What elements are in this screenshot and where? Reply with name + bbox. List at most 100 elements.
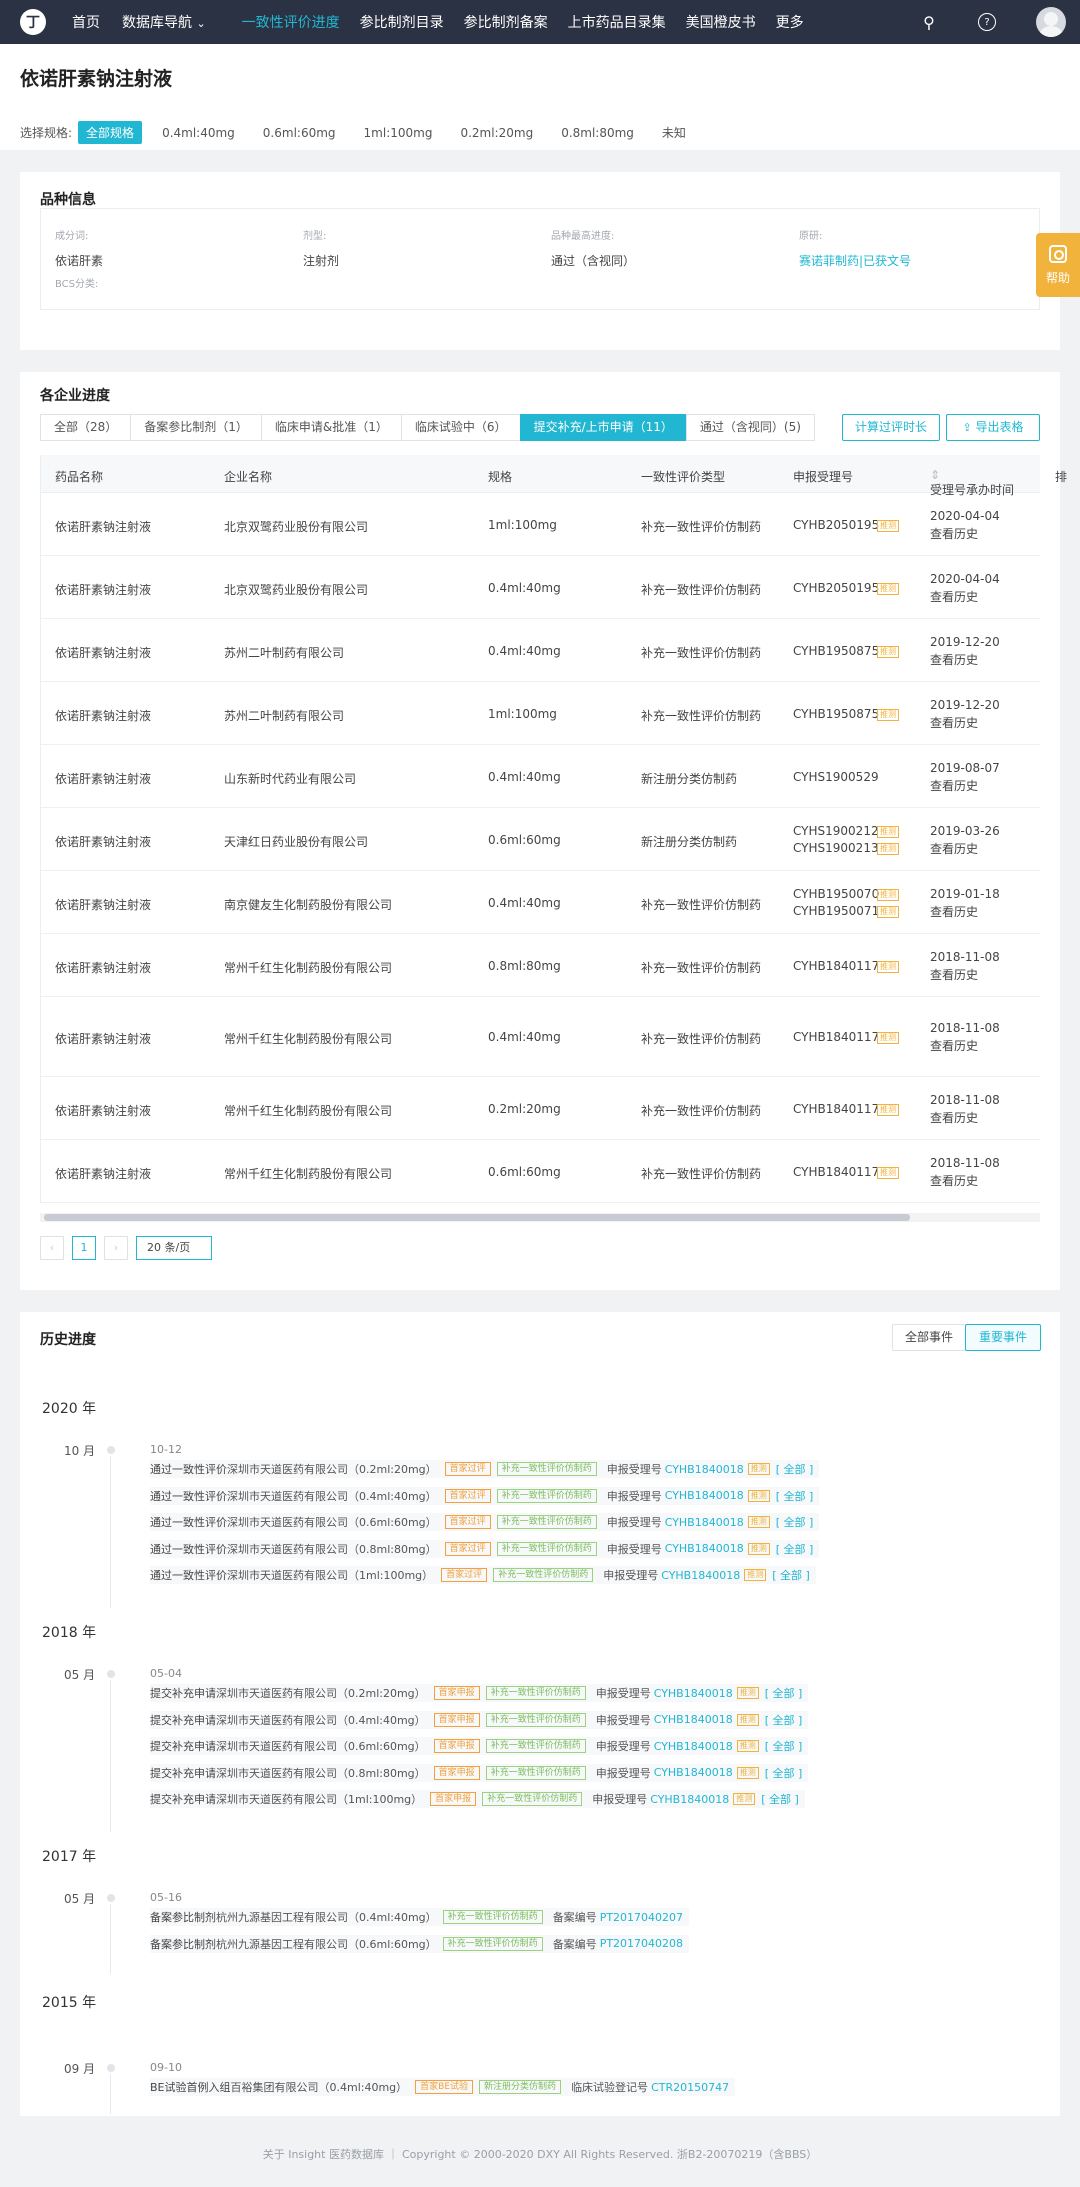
view-all-link[interactable]: [ 全部 ] (776, 1488, 814, 1504)
tab-all[interactable]: 全部（28） (40, 414, 132, 441)
view-history-link[interactable]: 查看历史 (930, 777, 978, 794)
view-all-link[interactable]: [ 全部 ] (761, 1791, 799, 1807)
tab-passed[interactable]: 通过（含视同）(5) (685, 414, 815, 441)
nav-orange-book[interactable]: 美国橙皮书 (686, 12, 756, 32)
nav-listed-catalog[interactable]: 上市药品目录集 (568, 12, 666, 32)
view-history-link[interactable]: 查看历史 (930, 525, 978, 542)
application-code-link[interactable]: CYHB1840117 (793, 1102, 879, 1116)
view-history-link[interactable]: 查看历史 (930, 840, 978, 857)
spec-option[interactable]: 0.2ml:20mg (452, 123, 541, 143)
history-card: 历史进度 全部事件 重要事件 2020 年 10 月 10-12 通过一致性评价 深圳市… (20, 1312, 1060, 2116)
application-code-link[interactable]: CYHB1950875 (793, 707, 879, 721)
application-code-link[interactable]: CYHB2050195 (793, 518, 879, 532)
company-name: 北京双鹭药业股份有限公司 (224, 582, 369, 597)
event-code-link[interactable]: CYHB1840018 (654, 1766, 733, 1779)
page-1-button[interactable]: 1 (72, 1236, 96, 1260)
view-all-link[interactable]: [ 全部 ] (765, 1765, 803, 1781)
application-code-link[interactable]: CYHS1900213 (793, 841, 879, 855)
month-label: 09 月 (64, 2062, 96, 2076)
avatar[interactable] (1036, 7, 1066, 37)
view-all-link[interactable]: [ 全部 ] (765, 1738, 803, 1754)
info-ingredient: 成分词: 依诺肝素 (55, 227, 103, 269)
horizontal-scrollbar[interactable] (40, 1213, 1040, 1222)
application-code-link[interactable]: CYHB1950875 (793, 644, 879, 658)
application-code-link[interactable]: CYHS1900212 (793, 824, 879, 838)
page-size-select[interactable]: 20 条/页 (136, 1236, 212, 1260)
search-icon[interactable]: ⚲ (920, 13, 938, 32)
view-history-link[interactable]: 查看历史 (930, 1037, 978, 1054)
spec-value: 0.4ml:40mg (488, 643, 561, 658)
footer-text[interactable]: 关于 Insight 医药数据库 ｜ Copyright © 2000-2020… (263, 2148, 818, 2161)
application-code-link[interactable]: CYHB1840117 (793, 959, 879, 973)
application-code-link[interactable]: CYHB2050195 (793, 581, 879, 595)
tab-reference-filing[interactable]: 备案参比制剂（1） (130, 414, 262, 441)
help-circle-icon[interactable]: ? (978, 13, 996, 31)
application-code-link[interactable]: CYHB1950070 (793, 887, 879, 901)
view-history-link[interactable]: 查看历史 (930, 903, 978, 920)
nav-reference-filing[interactable]: 参比制剂备案 (464, 12, 548, 32)
history-event: 通过一致性评价 深圳市天道医药有限公司 （0.8ml:80mg） 首家过评 补充一致性评… (150, 1539, 820, 1558)
view-all-link[interactable]: [ 全部 ] (765, 1712, 803, 1728)
nav-home[interactable]: 首页 (72, 12, 100, 32)
year-label: 2020 年 (42, 1401, 97, 1417)
scrollbar-thumb[interactable] (44, 1214, 910, 1221)
event-code-link[interactable]: CYHB1840018 (654, 1687, 733, 1700)
event-code-link[interactable]: CYHB1840018 (650, 1793, 729, 1806)
calc-duration-button[interactable]: 计算过评时长 (842, 414, 940, 441)
view-all-link[interactable]: [ 全部 ] (776, 1461, 814, 1477)
tab-clinical-trial[interactable]: 临床试验中（6） (400, 414, 521, 441)
info-value: 依诺肝素 (55, 254, 104, 268)
event-code-link[interactable]: CYHB1840018 (654, 1713, 733, 1726)
month-label: 05 月 (64, 1892, 96, 1906)
drug-name: 依诺肝素钠注射液 (55, 897, 152, 912)
help-button[interactable]: 帮助 (1036, 233, 1080, 297)
help-label: 帮助 (1045, 270, 1070, 285)
event-code-link[interactable]: CYHB1840018 (665, 1516, 744, 1529)
tab-submitted[interactable]: 提交补充/上市申请（11） (519, 414, 687, 441)
originator-link[interactable]: 赛诺菲制药|已获文号 (799, 252, 911, 269)
export-table-button[interactable]: ⇪ 导出表格 (946, 414, 1040, 441)
event-code-link[interactable]: PT2017040207 (600, 1911, 683, 1924)
view-history-link[interactable]: 查看历史 (930, 651, 978, 668)
spec-option[interactable]: 0.4ml:40mg (154, 123, 243, 143)
view-history-link[interactable]: 查看历史 (930, 966, 978, 983)
event-company: 杭州九源基因工程有限公司 (216, 1937, 348, 1951)
spec-option[interactable]: 0.6ml:60mg (255, 123, 344, 143)
view-history-link[interactable]: 查看历史 (930, 1109, 978, 1126)
nav-reference-catalog[interactable]: 参比制剂目录 (360, 12, 444, 32)
tab-clinical-approval[interactable]: 临床申请&批准（1） (260, 414, 402, 441)
event-code-link[interactable]: CYHB1840018 (665, 1542, 744, 1555)
event-code-link[interactable]: CTR20150747 (651, 2081, 729, 2094)
nav-consistency-progress[interactable]: 一致性评价进度 (242, 12, 340, 32)
event-code-link[interactable]: PT2017040208 (600, 1937, 683, 1950)
view-history-link[interactable]: 查看历史 (930, 1172, 978, 1189)
spec-option-all[interactable]: 全部规格 (78, 121, 143, 144)
application-code-link[interactable]: CYHB1840117 (793, 1165, 879, 1179)
nav-more[interactable]: 更多 (776, 12, 804, 32)
logo-icon[interactable]: 丁 (20, 9, 46, 35)
spec-option[interactable]: 1ml:100mg (356, 123, 441, 143)
view-all-link[interactable]: [ 全部 ] (765, 1685, 803, 1701)
view-all-link[interactable]: [ 全部 ] (776, 1514, 814, 1530)
application-code-link[interactable]: CYHB1840117 (793, 1030, 879, 1044)
event-code-link[interactable]: CYHB1840018 (661, 1569, 740, 1582)
view-all-link[interactable]: [ 全部 ] (772, 1567, 810, 1583)
view-all-link[interactable]: [ 全部 ] (776, 1541, 814, 1557)
nav-database[interactable]: 数据库导航 ⌄ (122, 12, 206, 32)
view-history-link[interactable]: 查看历史 (930, 588, 978, 605)
next-page-button[interactable]: › (104, 1236, 128, 1260)
event-action: 提交补充申请 (150, 1713, 216, 1727)
type-badge: 补充一致性评价仿制药 (493, 1568, 594, 1582)
event-code-link[interactable]: CYHB1840018 (654, 1740, 733, 1753)
event-code-link[interactable]: CYHB1840018 (665, 1463, 744, 1476)
prev-page-button[interactable]: ‹ (40, 1236, 64, 1260)
all-events-button[interactable]: 全部事件 (892, 1324, 966, 1351)
application-code-link[interactable]: CYHS1900529 (793, 770, 879, 784)
application-code-link[interactable]: CYHB1950071 (793, 904, 879, 918)
view-history-link[interactable]: 查看历史 (930, 714, 978, 731)
important-events-button[interactable]: 重要事件 (965, 1324, 1041, 1351)
event-code-link[interactable]: CYHB1840018 (665, 1489, 744, 1502)
col-date[interactable]: 受理号承办时间 ⇕ (930, 468, 1014, 497)
spec-option[interactable]: 未知 (654, 121, 694, 144)
spec-option[interactable]: 0.8ml:80mg (553, 123, 642, 143)
